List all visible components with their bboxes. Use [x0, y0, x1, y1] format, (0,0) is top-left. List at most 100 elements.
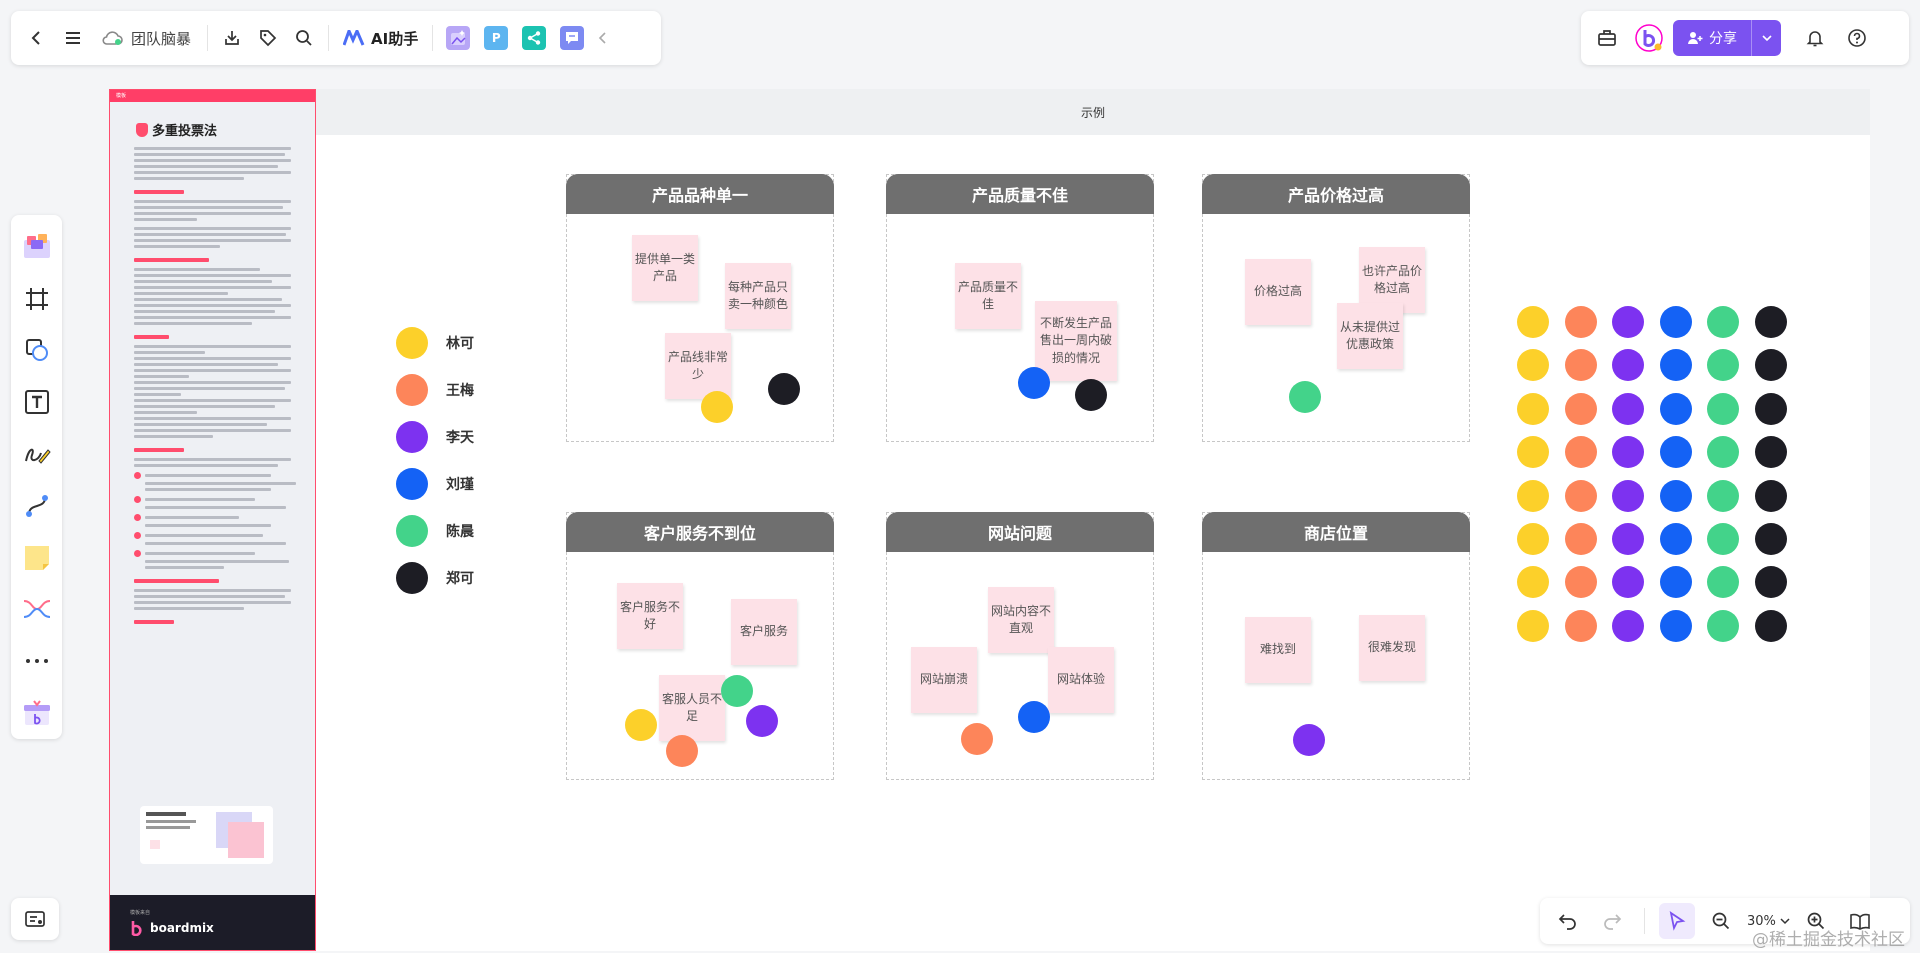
pen-tool[interactable]: [17, 434, 57, 474]
spare-vote-dot[interactable]: [1564, 479, 1597, 512]
template-tool[interactable]: [17, 227, 57, 267]
spare-vote-dot[interactable]: [1659, 523, 1692, 555]
category-card[interactable]: 产品质量不佳 产品质量不佳 不断发生产品售出一周内破损的情况: [886, 174, 1154, 442]
redo-button[interactable]: [1594, 903, 1630, 939]
vote-dot[interactable]: [701, 391, 733, 423]
sticky-note[interactable]: 产品线非常少: [665, 333, 731, 399]
category-card[interactable]: 商店位置 难找到 很难发现: [1202, 512, 1470, 780]
tag-button[interactable]: [250, 20, 286, 56]
comment-plugin-button[interactable]: [560, 26, 585, 50]
template-guide-panel[interactable]: 模板 多重投票法 模板来自 boardmix: [109, 89, 316, 951]
sticky-note[interactable]: 提供单一类产品: [632, 235, 698, 301]
spare-vote-dot[interactable]: [1755, 306, 1787, 338]
connector-tool[interactable]: [17, 486, 57, 526]
sticky-note[interactable]: 客户服务: [731, 599, 797, 665]
sticky-note[interactable]: 网站体验: [1048, 647, 1114, 713]
spare-vote-dot[interactable]: [1659, 566, 1692, 599]
spare-vote-dot[interactable]: [1564, 392, 1597, 425]
spare-vote-dot[interactable]: [1612, 392, 1645, 425]
mindmap-tool[interactable]: [17, 590, 57, 630]
spare-vote-dot[interactable]: [1517, 523, 1549, 555]
spare-vote-dot[interactable]: [1755, 392, 1787, 425]
ai-image-plugin-button[interactable]: [446, 26, 471, 50]
vote-dot[interactable]: [768, 373, 800, 405]
sticky-note[interactable]: 网站崩溃: [911, 647, 977, 713]
sticky-note[interactable]: 每种产品只卖一种颜色: [725, 263, 791, 329]
spare-vote-dot[interactable]: [1707, 479, 1740, 512]
user-avatar[interactable]: [1631, 20, 1667, 56]
toolbox-button[interactable]: [1589, 20, 1625, 56]
share-dropdown-button[interactable]: [1751, 20, 1781, 56]
shape-tool[interactable]: [17, 331, 57, 371]
category-card[interactable]: 网站问题 网站内容不直观 网站崩溃 网站体验: [886, 512, 1154, 780]
spare-vote-dot[interactable]: [1564, 609, 1597, 642]
vote-dot[interactable]: [1289, 381, 1321, 413]
mindmap-plugin-button[interactable]: [522, 26, 547, 50]
spare-vote-dot[interactable]: [1517, 479, 1549, 512]
sticky-note[interactable]: 网站内容不直观: [988, 587, 1054, 653]
spare-vote-dot[interactable]: [1517, 392, 1549, 425]
select-tool-button[interactable]: [1659, 903, 1695, 939]
spare-vote-dot[interactable]: [1755, 609, 1787, 642]
outline-button[interactable]: [11, 898, 59, 940]
sticky-note[interactable]: 客服人员不足: [659, 675, 725, 741]
category-card[interactable]: 客户服务不到位 客户服务不好 客户服务 客服人员不足: [566, 512, 834, 780]
collapse-toolbar-button[interactable]: [591, 20, 615, 56]
vote-dot[interactable]: [1075, 379, 1107, 411]
zoom-out-button[interactable]: [1703, 903, 1739, 939]
spare-vote-dot[interactable]: [1564, 523, 1597, 555]
file-title[interactable]: 团队脑暴: [91, 28, 201, 49]
spare-vote-dot[interactable]: [1517, 436, 1549, 469]
sticky-note[interactable]: 从未提供过优惠政策: [1337, 303, 1403, 369]
sticky-note[interactable]: 难找到: [1245, 617, 1311, 683]
ai-assistant-button[interactable]: AI助手: [335, 28, 426, 49]
sticky-note[interactable]: 不断发生产品售出一周内破损的情况: [1035, 301, 1117, 381]
spare-vote-dot[interactable]: [1707, 609, 1740, 642]
spare-vote-dot[interactable]: [1659, 306, 1692, 338]
undo-button[interactable]: [1550, 903, 1586, 939]
spare-vote-dot[interactable]: [1564, 436, 1597, 469]
category-card[interactable]: 产品价格过高 价格过高 也许产品价格过高 从未提供过优惠政策: [1202, 174, 1470, 442]
vote-dot[interactable]: [1018, 701, 1050, 733]
spare-vote-dot[interactable]: [1612, 479, 1645, 512]
sticky-note[interactable]: 客户服务不好: [617, 583, 683, 649]
vote-dot[interactable]: [961, 723, 993, 755]
spare-vote-dot[interactable]: [1707, 392, 1740, 425]
spare-vote-dot[interactable]: [1564, 306, 1597, 338]
frame-tool[interactable]: [17, 279, 57, 319]
spare-vote-dot[interactable]: [1755, 479, 1787, 512]
p-plugin-button[interactable]: P: [484, 26, 509, 50]
download-button[interactable]: [214, 20, 250, 56]
spare-vote-dot[interactable]: [1755, 523, 1787, 555]
vote-dot[interactable]: [721, 675, 753, 707]
spare-vote-dot[interactable]: [1517, 609, 1549, 642]
vote-dot[interactable]: [666, 735, 698, 767]
category-card[interactable]: 产品品种单一 提供单一类产品 每种产品只卖一种颜色 产品线非常少: [566, 174, 834, 442]
notifications-button[interactable]: [1797, 20, 1833, 56]
spare-vote-dot[interactable]: [1564, 349, 1597, 382]
sticky-note[interactable]: 价格过高: [1245, 259, 1311, 325]
spare-vote-dot[interactable]: [1659, 479, 1692, 512]
spare-vote-dot[interactable]: [1659, 436, 1692, 469]
spare-vote-dot[interactable]: [1659, 349, 1692, 382]
search-button[interactable]: [286, 20, 322, 56]
text-tool[interactable]: [17, 382, 57, 422]
vote-dot[interactable]: [1018, 367, 1050, 399]
vote-dot[interactable]: [625, 709, 657, 741]
more-tools-button[interactable]: [17, 641, 57, 681]
menu-button[interactable]: [55, 20, 91, 56]
spare-vote-dot[interactable]: [1659, 609, 1692, 642]
spare-vote-dot[interactable]: [1755, 436, 1787, 469]
sticky-note[interactable]: 很难发现: [1359, 615, 1425, 681]
vote-dot[interactable]: [746, 705, 778, 737]
vote-dot[interactable]: [1293, 724, 1325, 756]
back-button[interactable]: [19, 20, 55, 56]
sticky-note-tool[interactable]: [17, 538, 57, 578]
spare-vote-dot[interactable]: [1659, 392, 1692, 425]
help-button[interactable]: [1839, 20, 1875, 56]
spare-vote-dot[interactable]: [1612, 609, 1645, 642]
spare-vote-dot[interactable]: [1612, 306, 1645, 338]
spare-vote-dot[interactable]: [1564, 566, 1597, 599]
share-button[interactable]: 分享: [1673, 20, 1781, 56]
spare-vote-dot[interactable]: [1517, 306, 1549, 338]
